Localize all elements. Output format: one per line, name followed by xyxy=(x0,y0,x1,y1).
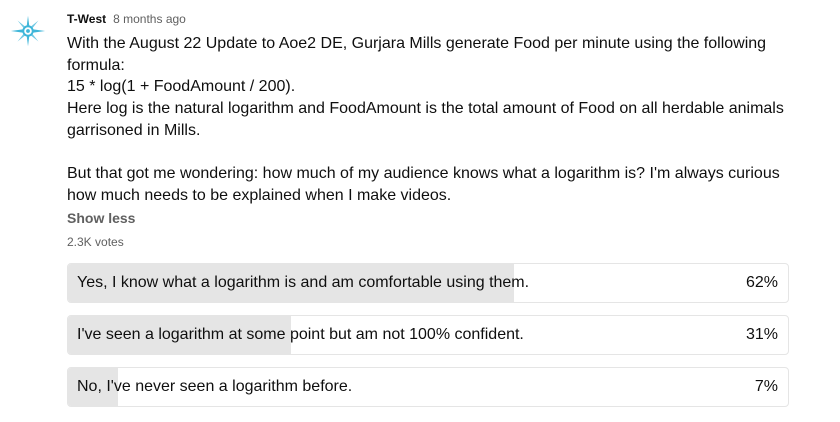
poll-option-label: Yes, I know what a logarithm is and am c… xyxy=(77,274,530,291)
poll-option-never[interactable]: No, I've never seen a logarithm before. … xyxy=(67,367,789,407)
show-less-button[interactable]: Show less xyxy=(67,210,135,226)
author-name[interactable]: T-West xyxy=(67,12,106,26)
poll-option-label: I've seen a logarithm at some point but … xyxy=(77,326,524,343)
vote-count: 2.3K votes xyxy=(67,235,124,249)
post-header: T-West 8 months ago xyxy=(67,12,186,28)
poll-option-yes[interactable]: Yes, I know what a logarithm is and am c… xyxy=(67,263,789,303)
poll-option-percent: 7% xyxy=(754,378,778,395)
poll-option-percent: 62% xyxy=(745,274,778,291)
community-post: T-West 8 months ago With the August 22 U… xyxy=(0,0,840,422)
post-body-line: Here log is the natural logarithm and Fo… xyxy=(67,100,784,139)
avatar[interactable] xyxy=(9,12,47,50)
poll: Yes, I know what a logarithm is and am c… xyxy=(67,263,789,419)
post-timestamp[interactable]: 8 months ago xyxy=(113,12,186,26)
post-body: With the August 22 Update to Aoe2 DE, Gu… xyxy=(67,33,787,207)
poll-option-seen[interactable]: I've seen a logarithm at some point but … xyxy=(67,315,789,355)
post-body-line: But that got me wondering: how much of m… xyxy=(67,165,780,204)
compass-star-icon xyxy=(10,15,46,47)
poll-option-percent: 31% xyxy=(745,326,778,343)
post-body-line: With the August 22 Update to Aoe2 DE, Gu… xyxy=(67,35,767,74)
poll-option-label: No, I've never seen a logarithm before. xyxy=(77,378,353,395)
post-body-formula: 15 * log(1 + FoodAmount / 200). xyxy=(67,78,296,96)
